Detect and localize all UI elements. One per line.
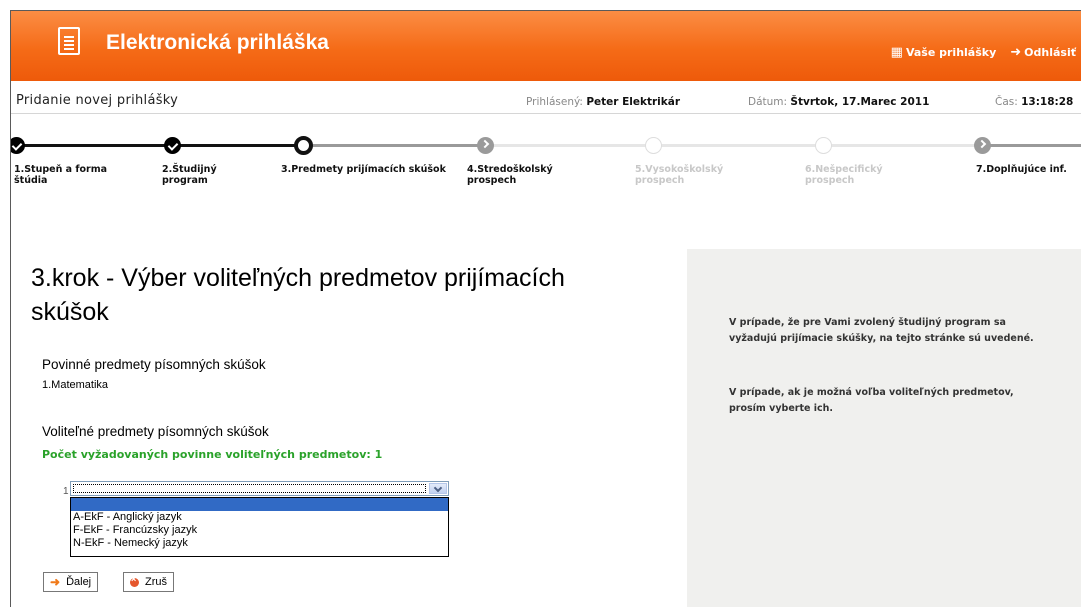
info-panel: V prípade, že pre Vami zvolený študijný … [687,249,1081,607]
dropdown-option-german[interactable]: N-EkF - Nemecký jazyk [71,537,448,550]
step-3-label: 3.Predmety prijímacích skúšok [281,164,446,175]
logout-link[interactable]: Odhlásiť [1024,46,1076,59]
optional-subjects-heading: Voliteľné predmety písomných skúšok [42,424,269,439]
chevron-down-icon[interactable] [429,483,447,494]
current-time: Čas: 13:18:28 [995,96,1074,108]
applications-icon: ▦ [890,45,903,60]
mandatory-subjects-heading: Povinné predmety písomných skúšok [42,357,266,372]
dropdown-option-empty[interactable] [71,498,448,511]
step-5-disabled-icon [645,137,662,154]
cancel-icon [130,574,139,587]
next-button-label: Ďalej [66,576,92,588]
mandatory-subject-item: 1.Matematika [42,379,109,391]
progress-line-done [16,144,301,147]
required-count-text: Počet vyžadovaných povinne voliteľných p… [42,448,383,461]
logged-user: Prihlásený: Peter Elektrikár [526,96,681,108]
info-text-2: V prípade, ak je možná voľba voliteľných… [729,387,1014,414]
select-row-number: 1 [63,486,69,497]
optional-subject-select[interactable] [70,481,449,496]
wizard-steps: 1.Stupeň a forma štúdia 2.Študijný progr… [11,131,1081,211]
step-7-next-icon[interactable] [974,137,991,154]
user-name: Peter Elektrikár [586,96,681,108]
step-6-disabled-icon [815,137,832,154]
step-title: 3.krok - Výber voliteľných predmetov pri… [31,264,565,326]
my-applications-link[interactable]: Vaše prihlášky [906,46,996,59]
page-title: Pridanie novej prihlášky [16,93,179,108]
subject-dropdown-list: A-EkF - Anglický jazyk F-EkF - Francúzsk… [70,497,449,557]
time-value: 13:18:28 [1021,96,1074,108]
dropdown-option-french[interactable]: F-EkF - Francúzsky jazyk [71,524,448,537]
subheader: Pridanie novej prihlášky Prihlásený: Pet… [11,91,1081,114]
step-3-current-icon [294,136,313,155]
app-window: Elektronická prihláška ▦ Vaše prihlášky … [10,10,1081,607]
select-value [73,484,426,493]
progress-line-disabled [486,144,979,147]
header-links: ▦ Vaše prihlášky ➜ Odhlásiť [891,45,1076,60]
app-title: Elektronická prihláška [106,31,329,54]
step-4-label[interactable]: 4.Stredoškolský prospech [467,164,587,186]
dropdown-option-english[interactable]: A-EkF - Anglický jazyk [71,511,448,524]
step-1-done-icon[interactable] [11,137,25,154]
step-2-done-icon[interactable] [164,137,181,154]
current-date: Dátum: Štvrtok, 17.Marec 2011 [748,96,930,108]
cancel-button[interactable]: Zruš [123,572,174,592]
step-7-label[interactable]: 7.Doplňujúce inf. [976,164,1076,175]
cancel-button-label: Zruš [145,576,167,588]
app-header: Elektronická prihláška ▦ Vaše prihlášky … [11,11,1081,81]
info-text-1: V prípade, že pre Vami zvolený študijný … [729,317,1034,344]
progress-line-last [979,144,1081,147]
step-6-label: 6.Nešpecifický prospech [805,164,883,186]
next-button[interactable]: ➜ Ďalej [43,572,99,592]
step-4-next-icon[interactable] [477,137,494,154]
arrow-right-icon: ➜ [50,575,61,589]
step-1-label[interactable]: 1.Stupeň a forma štúdia [14,164,134,186]
progress-line-next [301,144,486,147]
step-5-label: 5.Vysokoškolský prospech [635,164,724,186]
logout-icon: ➜ [1010,45,1022,60]
step-2-label[interactable]: 2.Študijný program [162,164,242,186]
date-value: Štvrtok, 17.Marec 2011 [790,96,930,108]
document-icon [58,27,80,55]
